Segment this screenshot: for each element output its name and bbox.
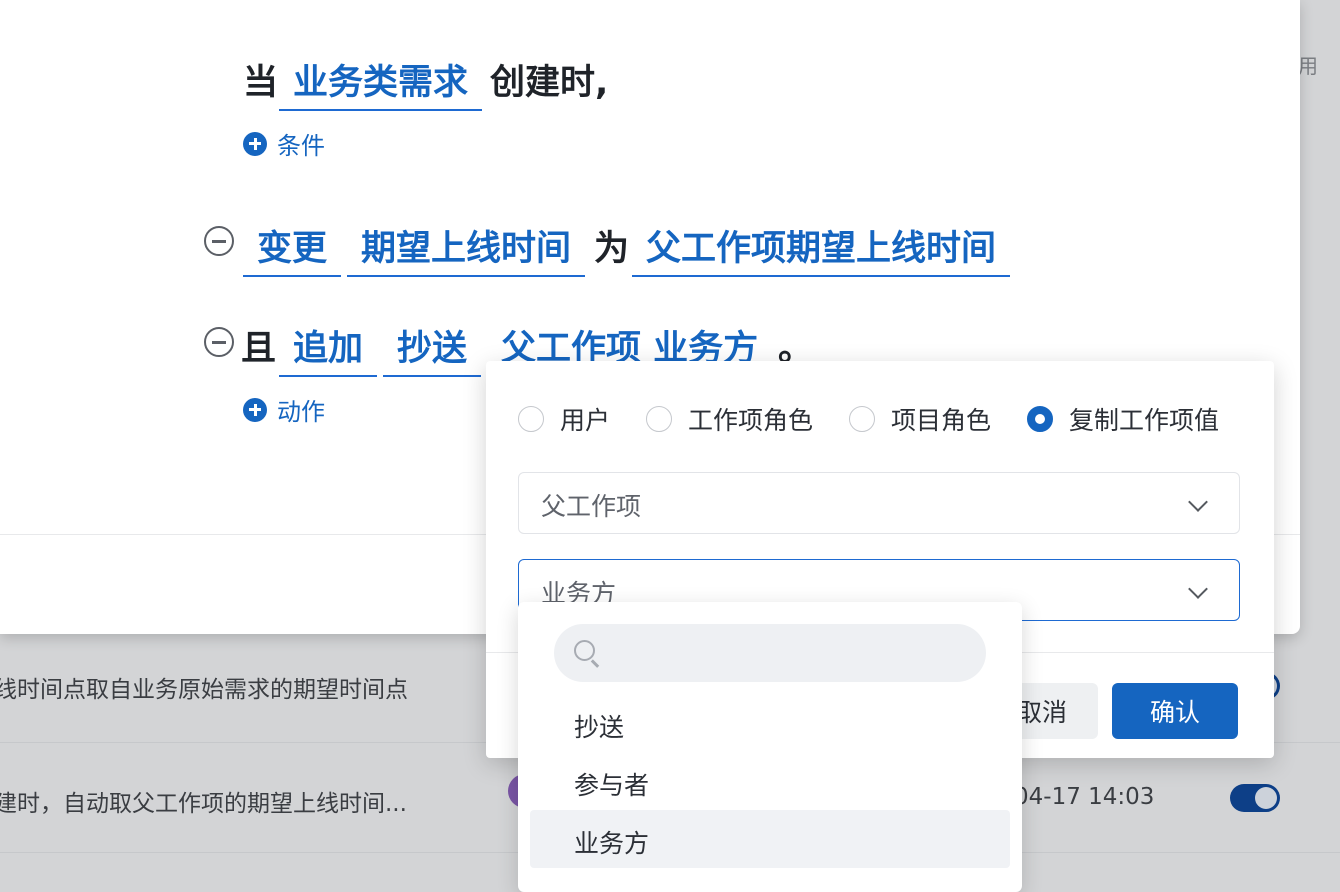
trigger-object-token[interactable]: 业务类需求 bbox=[279, 54, 483, 111]
dropdown-option-cc[interactable]: 抄送 bbox=[530, 694, 1010, 752]
trigger-prefix: 当 bbox=[243, 63, 279, 103]
action-field-token[interactable]: 抄送 bbox=[383, 320, 482, 377]
rule-toggle[interactable] bbox=[1230, 784, 1280, 812]
field-dropdown-menu: 抄送 参与者 业务方 bbox=[518, 602, 1022, 892]
add-action-label: 动作 bbox=[277, 398, 325, 426]
rule-updated-time: 04-17 14:03 bbox=[1014, 784, 1155, 810]
add-action-link[interactable]: 动作 bbox=[243, 392, 325, 427]
bg-right-label: 用 bbox=[1298, 54, 1318, 78]
radio-circle-icon bbox=[646, 406, 673, 432]
radio-user[interactable]: 用户 bbox=[518, 401, 610, 437]
search-icon bbox=[574, 640, 595, 661]
chevron-down-icon bbox=[1188, 579, 1208, 599]
chevron-down-icon bbox=[1188, 492, 1208, 512]
action-conjunction: 且 bbox=[241, 329, 277, 369]
radio-label: 用户 bbox=[560, 406, 611, 435]
radio-copy-workitem-value[interactable]: 复制工作项值 bbox=[1027, 401, 1219, 437]
source-workitem-select[interactable]: 父工作项 bbox=[518, 472, 1240, 534]
add-condition-link[interactable]: 条件 bbox=[243, 126, 325, 161]
radio-workitem-role[interactable]: 工作项角色 bbox=[646, 401, 813, 437]
radio-circle-icon bbox=[518, 406, 544, 432]
radio-circle-checked-icon bbox=[1027, 406, 1054, 432]
select-value: 父工作项 bbox=[541, 492, 642, 521]
action-verb-token[interactable]: 变更 bbox=[243, 220, 342, 277]
plus-circle-icon bbox=[243, 131, 267, 156]
dropdown-option-business-side[interactable]: 业务方 bbox=[530, 810, 1010, 868]
search-input[interactable] bbox=[610, 624, 974, 684]
radio-label: 复制工作项值 bbox=[1069, 406, 1220, 435]
rule-description: 建时，自动取父工作项的期望上线时间... bbox=[0, 791, 407, 817]
dropdown-search[interactable] bbox=[554, 624, 986, 684]
radio-project-role[interactable]: 项目角色 bbox=[849, 401, 991, 437]
rule-description: 线时间点取自业务原始需求的期望时间点 bbox=[0, 677, 408, 703]
action-verb-token[interactable]: 追加 bbox=[279, 320, 378, 377]
trigger-suffix: 创建时, bbox=[490, 63, 609, 103]
dropdown-option-participants[interactable]: 参与者 bbox=[530, 752, 1010, 810]
radio-label: 项目角色 bbox=[891, 406, 992, 435]
remove-action-icon[interactable] bbox=[204, 226, 234, 256]
remove-action-icon[interactable] bbox=[204, 327, 234, 357]
plus-circle-icon bbox=[243, 397, 267, 422]
action-field-token[interactable]: 期望上线时间 bbox=[347, 220, 586, 277]
option-label: 参与者 bbox=[574, 771, 650, 800]
toggle-knob bbox=[1255, 787, 1277, 809]
action-connector: 为 bbox=[594, 229, 630, 269]
radio-circle-icon bbox=[849, 406, 876, 432]
radio-label: 工作项角色 bbox=[688, 406, 814, 435]
option-label: 抄送 bbox=[574, 713, 625, 742]
source-type-radio-group: 用户 工作项角色 项目角色 复制工作项值 bbox=[518, 401, 1255, 437]
add-condition-label: 条件 bbox=[277, 132, 325, 160]
action-value-token[interactable]: 父工作项期望上线时间 bbox=[632, 220, 1011, 277]
option-label: 业务方 bbox=[574, 829, 650, 858]
confirm-button[interactable]: 确认 bbox=[1112, 683, 1238, 739]
